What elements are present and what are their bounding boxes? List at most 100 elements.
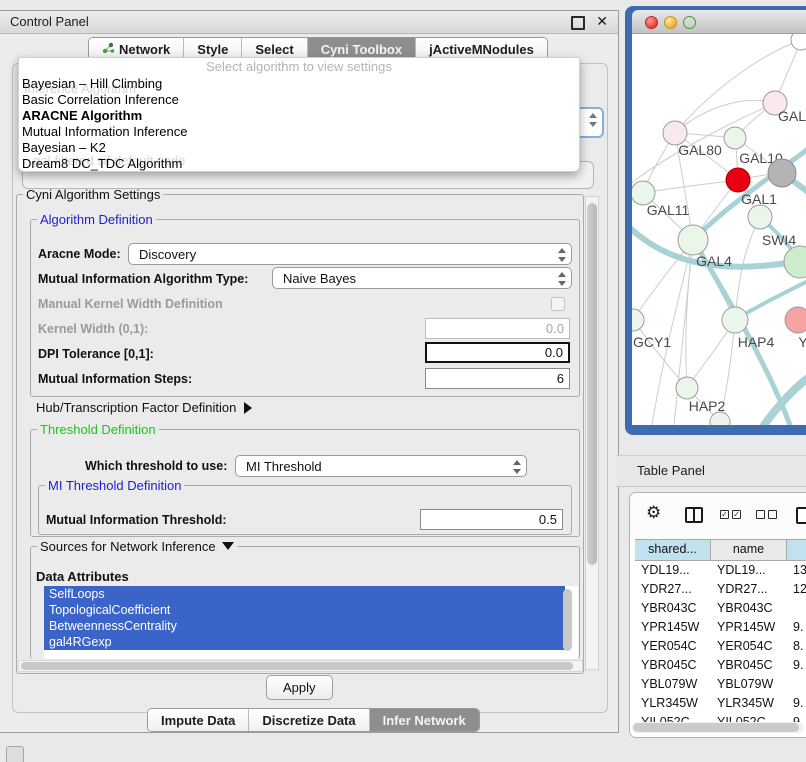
tab-label: Cyni Toolbox bbox=[321, 42, 402, 57]
tab-label: Style bbox=[197, 42, 228, 57]
close-traffic-light-icon[interactable] bbox=[645, 16, 658, 29]
mi-steps-field[interactable] bbox=[425, 368, 570, 389]
tab-label: jActiveMNodules bbox=[429, 42, 534, 57]
tab-label: Network bbox=[119, 42, 170, 57]
unchecked-box-glyph bbox=[768, 510, 777, 519]
scrollbar-thumb[interactable] bbox=[21, 662, 573, 670]
table-cell bbox=[787, 599, 806, 618]
tab-discretize-data[interactable]: Discretize Data bbox=[249, 709, 369, 731]
inference-algorithm-combo-fragment[interactable] bbox=[578, 107, 604, 138]
manual-kernel-width-checkbox[interactable] bbox=[551, 297, 565, 311]
which-threshold-value: MI Threshold bbox=[246, 459, 322, 474]
settings-horizontal-scrollbar[interactable] bbox=[18, 660, 583, 672]
page-icon[interactable] bbox=[796, 507, 806, 524]
sources-title-text: Sources for Network Inference bbox=[40, 539, 216, 554]
node-unlabeled[interactable] bbox=[748, 205, 772, 229]
node-label: GAL11 bbox=[647, 202, 690, 218]
attribute-item-selected[interactable]: BetweennessCentrality bbox=[44, 618, 565, 634]
network-window-titlebar bbox=[632, 10, 806, 34]
node-table: shared...name YDL19...YDL19...13YDR27...… bbox=[635, 539, 806, 732]
mi-threshold-definition-title: MI Threshold Definition bbox=[45, 478, 184, 493]
node-gcy1[interactable] bbox=[632, 309, 644, 331]
tab-label: Select bbox=[255, 42, 293, 57]
checked-boxes-icon[interactable] bbox=[720, 510, 741, 519]
network-icon bbox=[102, 42, 115, 57]
table-row[interactable]: YBL079WYBL079W bbox=[635, 675, 806, 694]
dropdown-item[interactable]: Mutual Information Inference bbox=[19, 124, 579, 140]
dock-mini-icon[interactable] bbox=[6, 746, 24, 762]
tab-impute-data[interactable]: Impute Data bbox=[148, 709, 249, 731]
table-row[interactable]: YBR045CYBR045C9. bbox=[635, 656, 806, 675]
node-unlabeled[interactable] bbox=[791, 34, 806, 50]
node-y[interactable] bbox=[785, 307, 806, 333]
tab-infer-network[interactable]: Infer Network bbox=[370, 709, 479, 731]
network-canvas[interactable]: GALGAL80GAL10GAL1GAL11SWI4GAL4GCY1HAP4YH… bbox=[632, 34, 806, 425]
close-icon[interactable]: ✕ bbox=[596, 13, 608, 30]
minimize-traffic-light-icon[interactable] bbox=[664, 16, 677, 29]
which-threshold-combo[interactable]: MI Threshold bbox=[235, 455, 527, 477]
node-hap4[interactable] bbox=[722, 307, 748, 333]
dpi-tolerance-field[interactable] bbox=[425, 342, 570, 363]
hub-definition-toggle[interactable]: Hub/Transcription Factor Definition bbox=[36, 400, 252, 415]
apply-button[interactable]: Apply bbox=[266, 675, 333, 700]
mi-algorithm-type-combo[interactable]: Naive Bayes bbox=[272, 267, 572, 289]
node-label: HAP4 bbox=[738, 334, 775, 350]
node-unlabeled[interactable] bbox=[768, 159, 796, 187]
mi-algorithm-type-label: Mutual Information Algorithm Type: bbox=[38, 272, 248, 286]
zoom-traffic-light-icon[interactable] bbox=[683, 16, 696, 29]
algorithm-definition-title: Algorithm Definition bbox=[37, 212, 156, 227]
node-gal4[interactable] bbox=[678, 225, 708, 255]
tab-label: Impute Data bbox=[161, 713, 235, 728]
mi-threshold-field[interactable] bbox=[420, 509, 563, 530]
node-gal10[interactable] bbox=[724, 127, 746, 149]
column-header[interactable]: name bbox=[711, 540, 787, 560]
attributes-scrollbar[interactable] bbox=[563, 589, 572, 651]
table-horizontal-scrollbar[interactable] bbox=[632, 722, 804, 733]
table-cell: YBL079W bbox=[635, 675, 711, 694]
attribute-item-selected[interactable]: gal4RGexp bbox=[44, 634, 565, 650]
column-header[interactable] bbox=[787, 540, 806, 560]
table-row[interactable]: YPR145WYPR145W9. bbox=[635, 618, 806, 637]
table-panel-title: Table Panel bbox=[637, 463, 705, 478]
node-swi4[interactable] bbox=[784, 246, 806, 278]
cyni-settings-title: Cyni Algorithm Settings bbox=[23, 187, 163, 202]
attribute-item-selected[interactable]: SelfLoops bbox=[44, 586, 565, 602]
table-cell: YPR145W bbox=[635, 618, 711, 637]
network-nodes[interactable]: GALGAL80GAL10GAL1GAL11SWI4GAL4GCY1HAP4YH… bbox=[632, 34, 806, 425]
table-panel-window: ⚙ shared...name YDL19...YDL19...13YDR27.… bbox=[629, 492, 806, 738]
table-cell: YDR27... bbox=[635, 580, 711, 599]
table-row[interactable]: YBR043CYBR043C bbox=[635, 599, 806, 618]
column-header[interactable]: shared... bbox=[635, 540, 711, 560]
columns-icon[interactable] bbox=[685, 507, 703, 523]
attribute-item-selected[interactable]: TopologicalCoefficient bbox=[44, 602, 565, 618]
settings-vertical-scrollbar[interactable] bbox=[585, 196, 599, 670]
scrollbar-thumb[interactable] bbox=[587, 203, 597, 565]
node-hap2[interactable] bbox=[676, 377, 698, 399]
gear-icon[interactable]: ⚙ bbox=[646, 503, 661, 523]
mi-algorithm-type-value: Naive Bayes bbox=[283, 271, 356, 286]
table-row[interactable]: YDL19...YDL19...13 bbox=[635, 561, 806, 580]
combo-stepper-icon bbox=[557, 272, 565, 286]
node-label: GAL bbox=[778, 108, 806, 124]
node-label: GAL4 bbox=[696, 253, 732, 269]
manual-kernel-width-label: Manual Kernel Width Definition bbox=[38, 297, 223, 311]
data-attributes-list[interactable]: SelfLoopsTopologicalCoefficientBetweenne… bbox=[44, 586, 578, 659]
float-window-icon[interactable] bbox=[571, 16, 585, 30]
dropdown-item[interactable]: ARACNE Algorithm bbox=[19, 108, 579, 124]
table-row[interactable]: YER054CYER054C8. bbox=[635, 637, 806, 656]
kernel-width-field[interactable] bbox=[425, 318, 570, 339]
node-label: Y bbox=[798, 334, 806, 350]
checked-box-glyph bbox=[732, 510, 741, 519]
sources-title[interactable]: Sources for Network Inference bbox=[37, 539, 237, 554]
table-cell: YBR043C bbox=[711, 599, 787, 618]
aracne-mode-combo[interactable]: Discovery bbox=[128, 243, 572, 265]
scrollbar-thumb[interactable] bbox=[633, 723, 799, 732]
node-gal1[interactable] bbox=[726, 168, 750, 192]
table-row[interactable]: YDR27...YDR27...12 bbox=[635, 580, 806, 599]
table-row[interactable]: YLR345WYLR345W9. bbox=[635, 694, 806, 713]
unchecked-boxes-icon[interactable] bbox=[756, 510, 777, 519]
table-cell: YBR045C bbox=[635, 656, 711, 675]
network-window: GALGAL80GAL10GAL1GAL11SWI4GAL4GCY1HAP4YH… bbox=[625, 6, 806, 435]
table-header-row: shared...name bbox=[635, 539, 806, 561]
aracne-mode-value: Discovery bbox=[139, 247, 196, 262]
